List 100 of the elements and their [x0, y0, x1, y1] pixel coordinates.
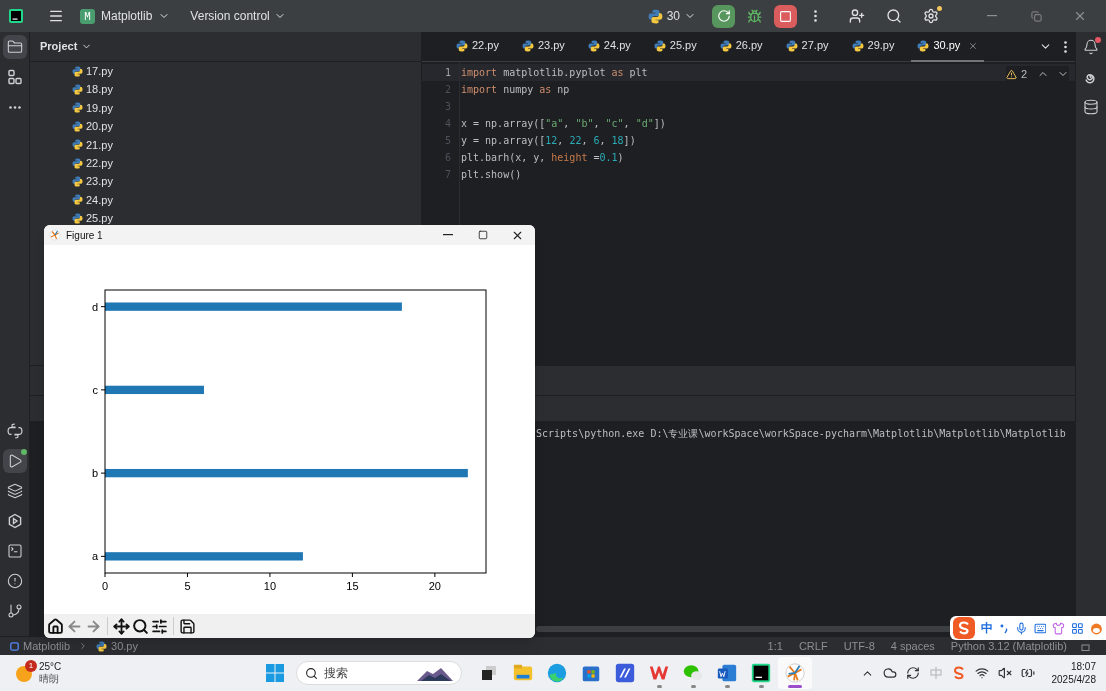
sync-icon[interactable]	[905, 666, 920, 680]
input-method-icon[interactable]	[928, 666, 943, 680]
python-icon	[456, 39, 468, 52]
save-icon[interactable]	[179, 617, 196, 635]
layers-icon	[6, 483, 23, 499]
tool-window-button[interactable]	[2, 35, 27, 59]
python-icon	[851, 39, 864, 52]
python-icon	[72, 84, 83, 96]
app-logo-icon	[8, 8, 24, 24]
inspection-widget[interactable]: 2	[1005, 66, 1069, 83]
project-name-dropdown[interactable]: M Matplotlib	[80, 7, 171, 25]
console-output: Scripts\python.exe D:\专业课\workSpace\workSpace-pycharm\Matplotlib\Matplotlib\Matplotlib	[536, 427, 1067, 441]
home-icon[interactable]	[47, 617, 64, 635]
search-input[interactable]: 搜索	[324, 664, 411, 682]
battery-icon[interactable]	[1020, 666, 1035, 680]
windows-logo-icon	[266, 664, 284, 682]
rerun-button[interactable]	[712, 4, 735, 28]
code-line: import numpy as np	[461, 83, 570, 97]
editor-tab[interactable]: 27.py	[779, 31, 835, 62]
project-name: Matplotlib	[101, 8, 153, 25]
browser-icon	[546, 662, 568, 684]
minimize-icon	[442, 234, 453, 236]
search-icon	[305, 666, 318, 680]
mute-icon[interactable]	[997, 666, 1012, 680]
skin-icon[interactable]	[1052, 621, 1066, 635]
toolbox-icon[interactable]	[1071, 621, 1085, 635]
python-icon	[72, 212, 83, 224]
axis-label: a	[91, 550, 98, 563]
file-tree-item[interactable]: 22.py	[72, 153, 421, 173]
keyboard-icon[interactable]	[1033, 621, 1047, 635]
axis-label: c	[92, 383, 98, 396]
microphone-icon[interactable]	[1014, 621, 1028, 635]
python-icon	[96, 640, 108, 652]
status-item[interactable]: 4 spaces	[890, 637, 935, 655]
rerun-icon	[716, 9, 731, 23]
axis-label: 20	[428, 580, 441, 592]
sogou-icon[interactable]	[951, 666, 966, 680]
vcs-dropdown[interactable]: Version control	[190, 7, 286, 25]
wifi-icon[interactable]	[974, 666, 989, 680]
lock-icon	[1081, 641, 1090, 651]
menu-icon	[48, 8, 64, 24]
code-line: x = np.array(["a", "b", "c", "d"])	[461, 117, 666, 131]
file-tree-item[interactable]: 19.py	[72, 98, 421, 118]
weather-widget[interactable]: 1 25°C 晴朗	[0, 661, 262, 685]
python-icon	[521, 39, 534, 52]
python-icon	[653, 39, 666, 52]
punctuation-icon[interactable]	[998, 622, 1009, 634]
running-indicator	[758, 685, 764, 688]
close-tab-icon[interactable]	[968, 40, 979, 51]
file-tree-item[interactable]: 23.py	[72, 172, 421, 191]
window-title: Figure 1	[66, 228, 103, 243]
file-tree-item[interactable]: 21.py	[72, 135, 421, 154]
run-config-dropdown[interactable]: 30	[647, 7, 696, 25]
ide-icon	[750, 662, 772, 684]
zoom-icon[interactable]	[132, 617, 149, 635]
editor-tab[interactable]: 24.py	[581, 31, 637, 62]
axis-label: 0	[101, 580, 109, 592]
tick-mark	[351, 572, 353, 578]
figure-icon	[49, 229, 61, 241]
editor-tab[interactable]: 26.py	[713, 31, 769, 62]
breadcrumb-item[interactable]: 30.py	[111, 637, 138, 655]
editor-tab[interactable]: 30.py	[911, 31, 985, 62]
running-indicator	[788, 685, 802, 688]
file-tree-item[interactable]: 20.py	[72, 117, 421, 136]
clock[interactable]: 18:07 2025/4/28	[1051, 660, 1096, 686]
stop-button[interactable]	[774, 4, 797, 28]
python-icon	[719, 39, 732, 52]
mascot-icon[interactable]	[1090, 621, 1103, 635]
line-number: 1	[444, 66, 451, 80]
python-icon	[647, 8, 663, 24]
cloud-icon[interactable]	[882, 666, 897, 680]
status-item[interactable]: UTF-8	[843, 637, 875, 655]
status-item[interactable]: 1:1	[767, 637, 783, 655]
file-tree-item[interactable]: 18.py	[72, 80, 421, 99]
python-icon	[72, 194, 83, 206]
tick-mark	[100, 306, 106, 308]
pan-icon[interactable]	[113, 617, 130, 635]
tick-mark	[100, 472, 106, 474]
breadcrumb-item[interactable]: Matplotlib	[23, 637, 71, 655]
file-tree-item[interactable]: 24.py	[72, 190, 421, 210]
editor-tab[interactable]: 22.py	[450, 31, 505, 62]
configure-icon[interactable]	[151, 617, 168, 635]
file-tree-item[interactable]: 25.py	[72, 209, 421, 228]
panel-view-dropdown[interactable]: Project	[40, 38, 93, 55]
minimize-icon	[987, 15, 997, 17]
tool-window-button[interactable]	[2, 449, 27, 473]
input-mode-toggle[interactable]: 中	[980, 619, 993, 637]
tick-mark	[434, 572, 436, 578]
tick-mark	[186, 572, 188, 578]
status-item[interactable]: CRLF	[798, 637, 828, 655]
temperature: 25°C	[39, 661, 62, 673]
search-field[interactable]: 搜索	[296, 661, 462, 685]
editor-tab[interactable]: 25.py	[647, 31, 703, 62]
project-badge: M	[80, 8, 95, 24]
editor-tab[interactable]: 23.py	[515, 31, 571, 62]
editor-tab[interactable]: 29.py	[845, 31, 901, 62]
code-line: plt.show()	[461, 168, 522, 182]
status-item[interactable]: Python 3.12 (Matplotlib)	[950, 637, 1067, 655]
file-tree-item[interactable]: 17.py	[72, 62, 421, 81]
python-icon	[917, 39, 930, 52]
